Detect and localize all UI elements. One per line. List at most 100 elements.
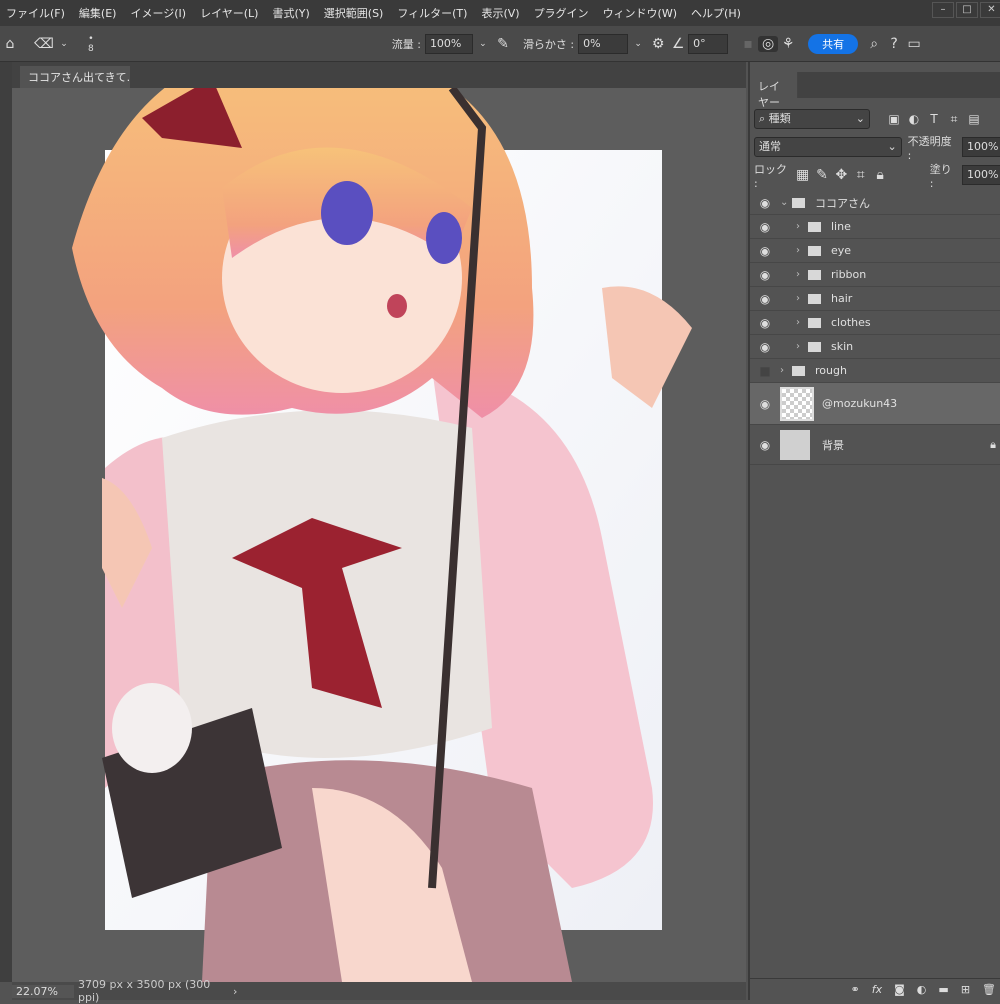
layer-mozukun43[interactable]: ◉ @mozukun43 [750, 383, 1000, 425]
zoom-level[interactable]: 22.07% [12, 984, 74, 998]
layers-panel: レイヤー ⌕ 種類 ⌄ ▣ ◐ T ⌗ ▤ 通常 ⌄ 不透明度 : 100% ロック… [748, 62, 1000, 1000]
brush-preset-picker[interactable]: • 8 [88, 34, 94, 54]
chevron-right-icon[interactable]: › [233, 985, 237, 998]
eye-icon[interactable]: ◉ [750, 340, 780, 354]
maximize-button[interactable]: □ [956, 2, 978, 18]
chevron-down-icon: ⌄ [855, 112, 865, 125]
trash-icon[interactable]: 🗑︎ [982, 983, 996, 996]
type-filter-icon[interactable]: T [924, 112, 944, 126]
angle-input[interactable]: 0° [688, 33, 729, 54]
add-mask-icon[interactable]: ◙ [894, 983, 905, 996]
chevron-right-icon[interactable]: › [796, 317, 808, 328]
workspace-icon[interactable]: ▭ [904, 36, 924, 52]
visibility-toggle-off[interactable]: ■ [750, 364, 780, 378]
layer-group-hair[interactable]: ◉ › hair [750, 287, 1000, 311]
eye-icon[interactable]: ◉ [750, 316, 780, 330]
menu-help[interactable]: ヘルプ(H) [691, 5, 741, 21]
chevron-right-icon[interactable]: › [796, 245, 808, 256]
menu-file[interactable]: ファイル(F) [6, 5, 65, 21]
layer-group-eye[interactable]: ◉ › eye [750, 239, 1000, 263]
chevron-right-icon[interactable]: › [796, 341, 808, 352]
brush-dot-icon: • [88, 33, 94, 44]
symmetry-icon[interactable]: ⚘ [778, 36, 798, 52]
artwork [72, 88, 692, 982]
lock-all-icon[interactable]: 🔒︎ [870, 167, 889, 183]
new-layer-icon[interactable]: ⊞ [961, 983, 970, 996]
menu-plugins[interactable]: プラグイン [534, 5, 589, 21]
eye-icon[interactable]: ◉ [750, 438, 780, 452]
menu-image[interactable]: イメージ(I) [130, 5, 186, 21]
search-icon[interactable]: ⌕ [864, 36, 884, 52]
menu-filter[interactable]: フィルター(T) [397, 5, 467, 21]
canvas-area[interactable] [12, 88, 746, 982]
chevron-down-icon: ⌄ [887, 140, 897, 153]
lock-artboard-icon[interactable]: ⌗ [851, 167, 870, 183]
menu-window[interactable]: ウィンドウ(W) [603, 5, 677, 21]
lock-position-icon[interactable]: ✥ [832, 167, 851, 183]
eraser-tool-icon[interactable]: ⌫ [34, 36, 54, 52]
layer-background[interactable]: ◉ 背景 🔒︎ [750, 425, 1000, 465]
layer-group-clothes[interactable]: ◉ › clothes [750, 311, 1000, 335]
options-bar: ⌂ ⌫ ⌄ • 8 流量 : 100% ⌄ ✎ 滑らかさ : 0% ⌄ ⚙ ∠ 0… [0, 26, 1000, 62]
chevron-right-icon[interactable]: › [796, 221, 808, 232]
smoothing-input[interactable]: 0% [578, 33, 629, 54]
menu-edit[interactable]: 編集(E) [79, 5, 117, 21]
chevron-right-icon[interactable]: › [796, 293, 808, 304]
chevron-right-icon[interactable]: › [796, 269, 808, 280]
smoothing-label: 滑らかさ : [522, 37, 575, 51]
menu-layer[interactable]: レイヤー(L) [200, 5, 258, 21]
eye-icon[interactable]: ◉ [750, 196, 780, 210]
fill-input[interactable]: 100% [961, 165, 1000, 185]
pixel-filter-icon[interactable]: ▣ [884, 112, 904, 126]
minimize-button[interactable]: – [932, 2, 954, 18]
folder-icon [808, 341, 821, 352]
shape-filter-icon[interactable]: ⌗ [944, 112, 964, 127]
layer-group-ribbon[interactable]: ◉ › ribbon [750, 263, 1000, 287]
eye-icon[interactable]: ◉ [750, 292, 780, 306]
filter-kind-dropdown[interactable]: ⌕ 種類 ⌄ [754, 109, 870, 129]
new-group-icon[interactable]: ▬ [938, 983, 948, 996]
menu-select[interactable]: 選択範囲(S) [324, 5, 384, 21]
eye-icon[interactable]: ◉ [750, 268, 780, 282]
status-bar: 22.07% 3709 px x 3500 px (300 ppi) › [12, 978, 746, 1004]
flow-dropdown[interactable]: ⌄ [473, 39, 493, 49]
folder-icon [808, 293, 821, 304]
menu-type[interactable]: 書式(Y) [272, 5, 309, 21]
eye-icon[interactable]: ◉ [750, 220, 780, 234]
chevron-right-icon[interactable]: › [780, 365, 792, 376]
lock-pixels-icon[interactable]: ✎ [812, 167, 831, 183]
eye-icon[interactable]: ◉ [750, 244, 780, 258]
layer-group-skin[interactable]: ◉ › skin [750, 335, 1000, 359]
airbrush-icon[interactable]: ✎ [493, 36, 513, 52]
chevron-down-icon[interactable]: ⌄ [54, 39, 74, 49]
adjustment-layer-icon[interactable]: ◐ [917, 983, 927, 996]
blend-mode-dropdown[interactable]: 通常 ⌄ [754, 137, 902, 157]
share-button[interactable]: 共有 [808, 33, 859, 54]
eye-icon[interactable]: ◉ [750, 397, 780, 411]
pressure-toggle[interactable]: ▪ [738, 36, 758, 52]
folder-icon [792, 365, 805, 376]
help-icon[interactable]: ? [884, 36, 904, 52]
layers-tab[interactable]: レイヤー [750, 72, 798, 109]
smart-object-filter-icon[interactable]: ▤ [964, 112, 984, 126]
tools-panel[interactable] [0, 62, 12, 982]
opacity-input[interactable]: 100% [962, 137, 1000, 157]
layer-group-line[interactable]: ◉ › line [750, 215, 1000, 239]
layer-group-rough[interactable]: ■ › rough [750, 359, 1000, 383]
menu-view[interactable]: 表示(V) [481, 5, 519, 21]
pressure-size-icon[interactable]: ◎ [758, 35, 779, 52]
smoothing-dropdown[interactable]: ⌄ [628, 39, 648, 49]
link-layers-icon[interactable]: ⚭ [851, 983, 860, 996]
lock-transparency-icon[interactable]: ▦ [793, 167, 812, 183]
adjustment-filter-icon[interactable]: ◐ [904, 112, 924, 126]
layer-group-cocoa[interactable]: ◉ ⌄ ココアさん [750, 191, 1000, 215]
fx-icon[interactable]: fx [872, 983, 882, 996]
layers-panel-footer: ⚭ fx ◙ ◐ ▬ ⊞ 🗑︎ [750, 978, 1000, 1000]
lock-icon: 🔒︎ [990, 437, 996, 451]
home-icon[interactable]: ⌂ [0, 36, 20, 52]
close-button[interactable]: ✕ [980, 2, 1000, 18]
flow-input[interactable]: 100% [424, 33, 473, 54]
document-tab[interactable]: ココアさん出てきて.psd [20, 66, 130, 88]
chevron-down-icon[interactable]: ⌄ [780, 197, 792, 208]
gear-icon[interactable]: ⚙ [648, 36, 668, 52]
